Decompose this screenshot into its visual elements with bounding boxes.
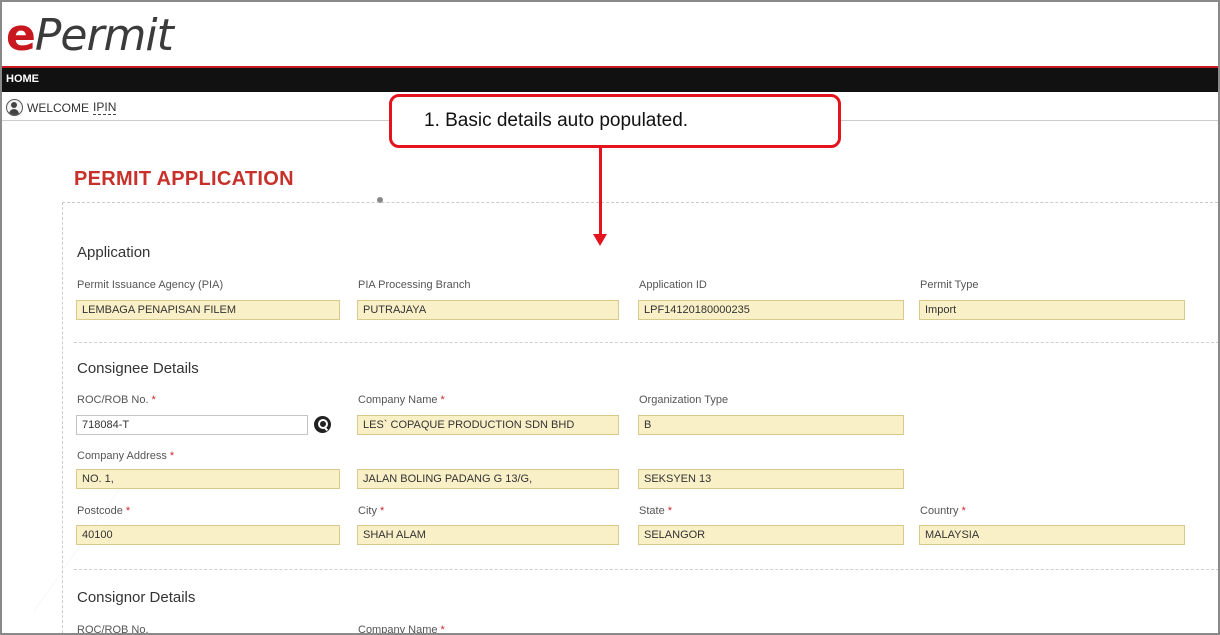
pia-field[interactable]: LEMBAGA PENAPISAN FILEM [76,300,340,320]
company-address-label: Company Address * [77,450,175,462]
section-divider [74,569,1218,570]
country-field[interactable]: MALAYSIA [919,525,1185,545]
arrow-down-icon [593,234,607,246]
country-label: Country * [920,505,966,517]
branch-label: PIA Processing Branch [358,279,471,291]
required-marker: * [125,505,131,517]
logo-text: Permit [34,10,174,61]
roc-label: ROC/ROB No. * [77,394,156,406]
pia-label: Permit Issuance Agency (PIA) [77,279,224,291]
app-window: ePermit HOME WELCOME IPIN PERMIT APPLICA… [0,0,1220,635]
address-line-2-field[interactable]: JALAN BOLING PADANG G 13/G, [357,469,619,489]
required-marker: * [667,505,672,517]
section-consignee-title: Consignee Details [77,360,199,377]
search-icon[interactable] [314,416,331,433]
epermit-logo[interactable]: ePermit [6,8,174,64]
required-marker: * [151,394,156,406]
welcome-bar: WELCOME IPIN [6,99,117,116]
annotation-callout: 1. Basic details auto populated. [389,94,841,148]
section-consignor-title: Consignor Details [77,589,196,606]
roc-input[interactable]: 718084-T [76,415,308,435]
organization-type-field[interactable]: B [638,415,904,435]
consignor-company-name-label: Company Name * [358,624,445,635]
nav-home-link[interactable]: HOME [6,73,39,85]
state-field[interactable]: SELANGOR [638,525,904,545]
annotation-arrow-line [599,148,602,236]
required-marker: * [440,394,445,406]
logo-e: e [6,10,36,61]
city-label: City * [358,505,385,517]
consignor-roc-label: ROC/ROB No. [77,624,149,635]
top-nav: HOME [2,68,1218,92]
permit-type-field[interactable]: Import [919,300,1185,320]
page-title: PERMIT APPLICATION [74,168,294,190]
address-line-3-field[interactable]: SEKSYEN 13 [638,469,904,489]
required-marker: * [169,450,175,462]
section-application-title: Application [77,244,151,261]
company-name-label: Company Name * [358,394,445,406]
postcode-label: Postcode * [77,505,131,517]
required-marker: * [440,624,445,635]
organization-type-label: Organization Type [639,394,729,406]
application-id-label: Application ID [639,279,707,291]
welcome-label: WELCOME [27,100,90,115]
required-marker: * [379,505,385,517]
required-marker: * [961,505,966,517]
branch-field[interactable]: PUTRAJAYA [357,300,619,320]
application-id-field[interactable]: LPF14120180000235 [638,300,904,320]
address-line-1-field[interactable]: NO. 1, [76,469,340,489]
permit-type-label: Permit Type [920,279,979,291]
city-field[interactable]: SHAH ALAM [357,525,619,545]
welcome-username[interactable]: IPIN [93,100,117,115]
state-label: State * [639,505,672,517]
company-name-field[interactable]: LES` COPAQUE PRODUCTION SDN BHD [357,415,619,435]
user-icon [6,99,23,116]
section-divider [74,342,1218,343]
postcode-field[interactable]: 40100 [76,525,340,545]
